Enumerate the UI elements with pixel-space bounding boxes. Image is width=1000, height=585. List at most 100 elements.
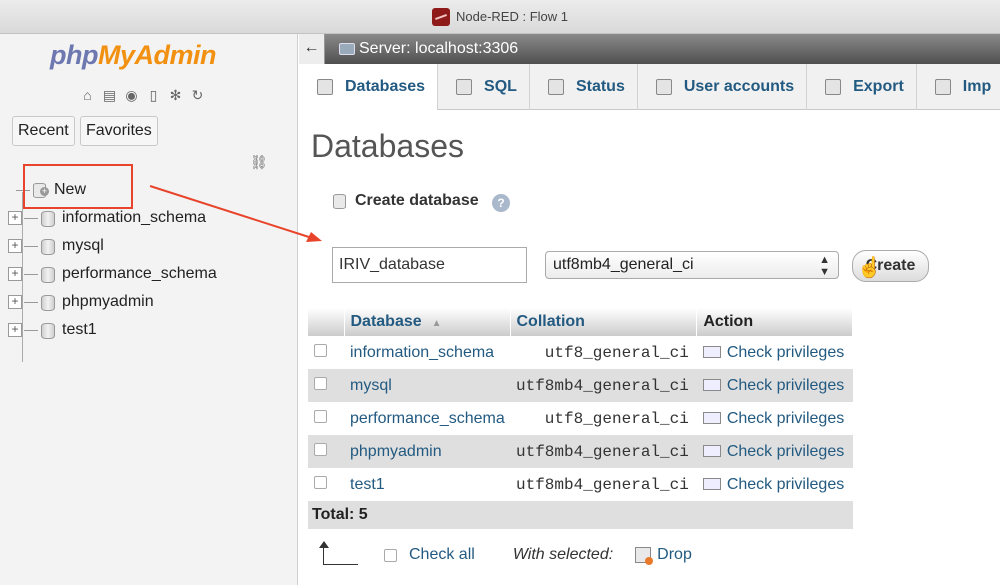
tab-label: Databases: [345, 78, 426, 95]
sql-icon: [456, 79, 473, 95]
tab-databases[interactable]: Databases: [299, 64, 439, 110]
row-checkbox-cell: [308, 369, 344, 402]
export-icon: [825, 79, 842, 95]
check-privileges-link[interactable]: Check privileges: [696, 402, 853, 435]
action-label: Check privileges: [726, 343, 845, 361]
tree-item-label[interactable]: test1: [62, 321, 97, 339]
expand-icon[interactable]: +: [8, 323, 22, 337]
database-name-link[interactable]: performance_schema: [344, 402, 510, 435]
phpmyadmin-logo[interactable]: phpMyAdmin: [50, 40, 216, 71]
arrow-up-icon: [319, 541, 358, 565]
node-red-icon: [432, 7, 450, 26]
help-icon[interactable]: ?: [492, 194, 510, 212]
tab-user-accounts[interactable]: User accounts: [638, 64, 808, 110]
expand-icon[interactable]: +: [8, 295, 22, 309]
select-column-header: [308, 308, 345, 336]
collation-cell: utf8mb4_general_ci: [510, 468, 697, 501]
table-row: information_schema utf8_general_ci Check…: [308, 336, 853, 369]
sort-asc-icon: ▲: [431, 318, 442, 329]
check-all-link[interactable]: Check all: [409, 546, 475, 564]
row-checkbox-cell: [308, 402, 344, 435]
column-header-label: Database: [350, 313, 422, 330]
tab-export[interactable]: Export: [807, 64, 917, 110]
check-all-checkbox[interactable]: [384, 548, 397, 562]
check-privileges-link[interactable]: Check privileges: [696, 435, 853, 468]
collation-select[interactable]: utf8mb4_general_ci ▲ ▼: [545, 251, 839, 279]
database-name-input[interactable]: [332, 247, 527, 283]
check-privileges-link[interactable]: Check privileges: [696, 468, 853, 501]
server-breadcrumb[interactable]: Server: localhost:3306: [359, 40, 518, 58]
logo-myadmin-text: MyAdmin: [97, 40, 217, 70]
row-checkbox[interactable]: [314, 343, 327, 357]
row-checkbox-cell: [308, 435, 344, 468]
database-icon: [40, 238, 55, 255]
expand-icon[interactable]: +: [8, 211, 22, 225]
reload-icon[interactable]: ↻: [188, 86, 207, 104]
tree-item-mysql[interactable]: + mysql: [8, 232, 217, 260]
databases-table: Database ▲ Collation Action information_s…: [308, 308, 853, 529]
privileges-icon: [702, 445, 721, 458]
check-privileges-link[interactable]: Check privileges: [696, 369, 853, 402]
tab-label: SQL: [484, 78, 517, 95]
collation-cell: utf8mb4_general_ci: [510, 369, 697, 402]
tab-import[interactable]: Imp: [917, 64, 1000, 110]
table-row: test1 utf8mb4_general_ci Check privilege…: [308, 468, 853, 501]
collation-cell: utf8_general_ci: [510, 402, 697, 435]
collapse-nav-icon[interactable]: ←: [299, 34, 325, 64]
tree-branch: [24, 217, 38, 219]
gear-icon[interactable]: ✻: [166, 86, 185, 104]
database-icon: [40, 294, 55, 311]
column-header-label: Action: [703, 313, 754, 330]
database-name-link[interactable]: phpmyadmin: [344, 435, 510, 468]
logout-icon[interactable]: ▤: [100, 86, 119, 104]
tree-item-phpmyadmin[interactable]: + phpmyadmin: [8, 288, 217, 316]
tab-label: Status: [575, 78, 625, 95]
table-total-row: Total: 5: [308, 501, 853, 529]
expand-icon[interactable]: +: [8, 239, 22, 253]
help-icon[interactable]: ◉: [122, 86, 141, 104]
tree-item-label[interactable]: performance_schema: [62, 265, 217, 283]
column-header-database[interactable]: Database ▲: [344, 308, 511, 336]
action-label: Check privileges: [726, 376, 845, 394]
action-label: Check privileges: [726, 409, 845, 427]
tab-sql[interactable]: SQL: [438, 64, 530, 110]
tree-item-label[interactable]: information_schema: [62, 209, 206, 227]
tree-branch: [24, 245, 38, 247]
row-checkbox[interactable]: [314, 442, 327, 456]
database-name-link[interactable]: mysql: [344, 369, 510, 402]
drop-icon: [635, 547, 654, 565]
tab-label: Imp: [962, 78, 992, 95]
select-arrows-icon: ▲ ▼: [819, 254, 830, 278]
tab-status[interactable]: Status: [530, 64, 638, 110]
tree-branch: [24, 273, 38, 275]
tree-item-test1[interactable]: + test1: [8, 316, 217, 344]
docs-icon[interactable]: ▯: [144, 86, 163, 104]
drop-button[interactable]: Drop: [657, 546, 692, 564]
server-breadcrumb-bar: ← Server: localhost:3306: [299, 34, 1000, 64]
action-label: Check privileges: [726, 475, 845, 493]
new-database-icon: [333, 193, 349, 209]
database-name-link[interactable]: information_schema: [344, 336, 510, 369]
link-chain-icon[interactable]: ⛓: [250, 154, 268, 171]
row-checkbox[interactable]: [314, 376, 327, 390]
with-selected-label: With selected:: [512, 546, 614, 563]
home-icon[interactable]: ⌂: [78, 86, 97, 104]
column-header-action: Action: [696, 308, 853, 336]
row-checkbox[interactable]: [314, 475, 327, 489]
bulk-actions-bar: Check all With selected: Drop: [319, 540, 839, 570]
create-database-heading: Create database: [333, 192, 479, 210]
expand-icon[interactable]: +: [8, 267, 22, 281]
tree-item-label[interactable]: phpmyadmin: [62, 293, 154, 311]
tree-item-label[interactable]: mysql: [62, 237, 104, 255]
database-name-link[interactable]: test1: [344, 468, 510, 501]
row-checkbox[interactable]: [314, 409, 327, 423]
tab-label: User accounts: [683, 78, 795, 95]
database-icon: [40, 266, 55, 283]
check-privileges-link[interactable]: Check privileges: [696, 336, 853, 369]
table-row: performance_schema utf8_general_ci Check…: [308, 402, 853, 435]
recent-button[interactable]: Recent: [12, 116, 75, 146]
column-header-collation[interactable]: Collation: [510, 308, 698, 336]
window-title: Node-RED : Flow 1: [456, 9, 568, 24]
favorites-button[interactable]: Favorites: [80, 116, 158, 146]
tree-item-performance-schema[interactable]: + performance_schema: [8, 260, 217, 288]
